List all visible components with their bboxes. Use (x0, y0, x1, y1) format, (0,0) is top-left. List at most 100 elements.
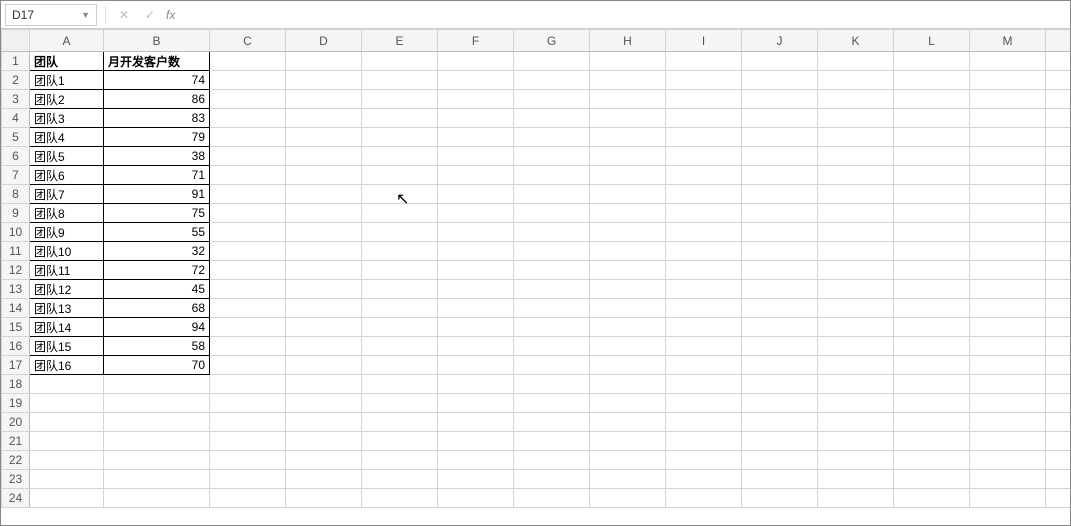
cell[interactable] (970, 147, 1046, 166)
cell[interactable] (1046, 280, 1071, 299)
cell[interactable] (818, 432, 894, 451)
cell[interactable] (362, 413, 438, 432)
cell[interactable] (590, 90, 666, 109)
cell[interactable] (362, 185, 438, 204)
cell[interactable] (438, 147, 514, 166)
cell[interactable] (1046, 413, 1071, 432)
cell[interactable] (514, 394, 590, 413)
cell[interactable] (30, 375, 104, 394)
cell[interactable] (590, 147, 666, 166)
cell[interactable] (894, 204, 970, 223)
fx-icon[interactable]: fx (166, 8, 175, 22)
col-header[interactable]: D (286, 30, 362, 52)
cell[interactable] (894, 71, 970, 90)
cell[interactable] (666, 166, 742, 185)
cell[interactable] (286, 470, 362, 489)
cell[interactable] (286, 261, 362, 280)
cell[interactable] (666, 432, 742, 451)
cell[interactable] (286, 71, 362, 90)
cell[interactable] (818, 356, 894, 375)
row-header[interactable]: 12 (2, 261, 30, 280)
cell[interactable] (1046, 147, 1071, 166)
cell[interactable] (1046, 337, 1071, 356)
row-header[interactable]: 23 (2, 470, 30, 489)
cell[interactable]: 71 (104, 166, 210, 185)
cell[interactable] (894, 413, 970, 432)
col-header[interactable]: I (666, 30, 742, 52)
cell[interactable] (210, 109, 286, 128)
cell[interactable] (970, 299, 1046, 318)
cell[interactable] (666, 185, 742, 204)
cell[interactable] (210, 451, 286, 470)
cell[interactable] (590, 185, 666, 204)
cell[interactable]: 团队 (30, 52, 104, 71)
cell[interactable] (590, 204, 666, 223)
cell[interactable] (818, 337, 894, 356)
cell[interactable] (210, 90, 286, 109)
cell[interactable] (818, 451, 894, 470)
cell[interactable]: 45 (104, 280, 210, 299)
cell[interactable] (742, 280, 818, 299)
cell[interactable] (590, 280, 666, 299)
cell[interactable] (970, 394, 1046, 413)
cell[interactable] (210, 128, 286, 147)
col-header[interactable]: A (30, 30, 104, 52)
cell[interactable] (666, 242, 742, 261)
cell[interactable] (742, 432, 818, 451)
cell[interactable] (210, 261, 286, 280)
cell[interactable] (210, 413, 286, 432)
cell[interactable] (210, 489, 286, 508)
cell[interactable]: 32 (104, 242, 210, 261)
cell[interactable] (210, 52, 286, 71)
row-header[interactable]: 7 (2, 166, 30, 185)
cell[interactable] (818, 318, 894, 337)
cell[interactable]: 月开发客户数 (104, 52, 210, 71)
cell[interactable] (742, 52, 818, 71)
cell[interactable] (590, 242, 666, 261)
cell[interactable] (818, 299, 894, 318)
cell[interactable] (514, 204, 590, 223)
cell[interactable] (590, 128, 666, 147)
cell[interactable] (30, 413, 104, 432)
cell[interactable] (30, 489, 104, 508)
select-all-corner[interactable] (2, 30, 30, 52)
cell[interactable] (1046, 109, 1071, 128)
cell[interactable] (970, 166, 1046, 185)
cell[interactable] (666, 318, 742, 337)
cell[interactable] (1046, 451, 1071, 470)
cell[interactable] (894, 375, 970, 394)
cell[interactable]: 团队4 (30, 128, 104, 147)
cell[interactable] (438, 71, 514, 90)
confirm-icon[interactable]: ✓ (140, 5, 160, 25)
cell[interactable] (894, 451, 970, 470)
cell[interactable] (104, 394, 210, 413)
cell[interactable] (286, 90, 362, 109)
col-header[interactable]: J (742, 30, 818, 52)
cell[interactable]: 38 (104, 147, 210, 166)
cell[interactable] (818, 470, 894, 489)
cell[interactable] (286, 413, 362, 432)
cell[interactable] (742, 223, 818, 242)
cell[interactable] (286, 204, 362, 223)
cell[interactable] (438, 451, 514, 470)
row-header[interactable]: 4 (2, 109, 30, 128)
cancel-icon[interactable]: ✕ (114, 5, 134, 25)
cell[interactable] (286, 489, 362, 508)
cell[interactable] (894, 128, 970, 147)
cell[interactable] (818, 109, 894, 128)
cell[interactable] (590, 109, 666, 128)
cell[interactable] (666, 375, 742, 394)
cell[interactable] (742, 261, 818, 280)
cell[interactable] (970, 356, 1046, 375)
cell[interactable] (286, 223, 362, 242)
cell[interactable] (818, 90, 894, 109)
cell[interactable]: 86 (104, 90, 210, 109)
cell[interactable]: 74 (104, 71, 210, 90)
cell[interactable] (1046, 470, 1071, 489)
cell[interactable] (514, 109, 590, 128)
row-header[interactable]: 6 (2, 147, 30, 166)
cell[interactable] (362, 356, 438, 375)
cell[interactable] (438, 337, 514, 356)
cell[interactable]: 团队10 (30, 242, 104, 261)
cell[interactable] (742, 242, 818, 261)
